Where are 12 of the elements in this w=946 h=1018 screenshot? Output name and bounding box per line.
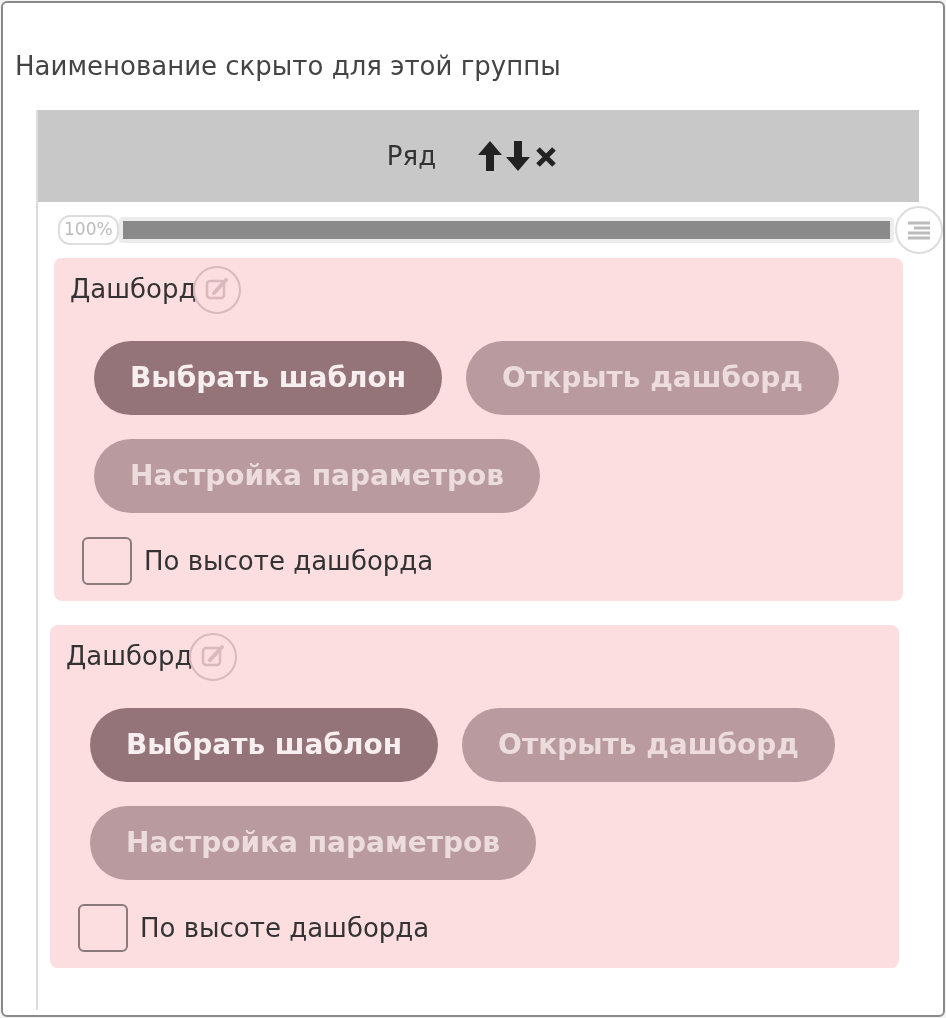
slider-value: 100% xyxy=(58,215,119,245)
checkbox-label: По высоте дашборда xyxy=(140,911,430,945)
dashboard-title: Дашборд xyxy=(66,640,193,673)
checkbox[interactable] xyxy=(82,537,132,585)
checkbox-label: По высоте дашборда xyxy=(144,544,434,578)
checkbox[interactable] xyxy=(78,904,128,952)
row-title: Ряд xyxy=(386,139,437,173)
action-button[interactable]: Выбрать шаблон xyxy=(94,341,443,415)
dashboard-title: Дашборд xyxy=(70,273,197,306)
action-button[interactable]: Выбрать шаблон xyxy=(90,708,439,782)
group-caption: Наименование скрыто для этой группы xyxy=(14,50,562,83)
slider-handle-icon[interactable] xyxy=(894,205,943,255)
